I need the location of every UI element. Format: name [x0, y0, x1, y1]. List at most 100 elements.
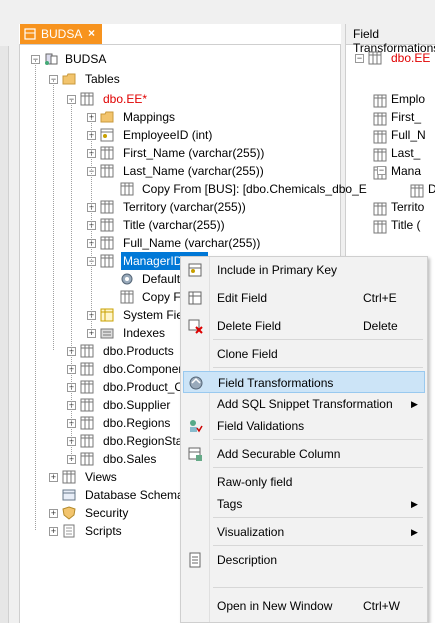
menu-include-pk[interactable]: Include in Primary Key — [183, 259, 425, 281]
menu-label: Raw-only field — [217, 475, 293, 489]
menu-tags[interactable]: Tags ▶ — [183, 493, 425, 515]
menu-visualization[interactable]: Visualization ▶ — [183, 521, 425, 543]
tree-regionstate[interactable]: dbo.RegionState — [103, 432, 192, 450]
right-table-name: dbo.EE — [391, 51, 431, 65]
tree-db-schemas[interactable]: Database Schemas — [85, 486, 190, 504]
table-icon — [373, 202, 387, 216]
tree-first-name[interactable]: First_Name (varchar(255)) — [123, 144, 264, 162]
collapse-icon[interactable]: − — [377, 166, 386, 175]
table-icon — [100, 200, 114, 214]
gear-icon — [121, 273, 133, 285]
tree-product-co[interactable]: dbo.Product_Co — [103, 378, 190, 396]
tree-territory[interactable]: Territory (varchar(255)) — [123, 198, 246, 216]
tree-indexes[interactable]: Indexes — [123, 324, 165, 342]
table-icon — [62, 470, 76, 484]
right-panel-item[interactable]: Full_N — [391, 128, 426, 142]
table-icon — [80, 92, 94, 106]
tree-employeeid[interactable]: EmployeeID (int) — [123, 126, 212, 144]
menu-shortcut: Ctrl+E — [363, 291, 397, 305]
menu-add-sql[interactable]: Add SQL Snippet Transformation ▶ — [183, 393, 425, 415]
menu-raw-only[interactable]: Raw-only field — [183, 471, 425, 493]
right-panel-item[interactable]: Emplo — [391, 92, 425, 106]
schema-icon — [62, 489, 76, 501]
menu-label: Clone Field — [217, 347, 278, 361]
tree-supplier[interactable]: dbo.Supplier — [103, 396, 170, 414]
menu-field-validations[interactable]: Field Validations — [183, 415, 425, 437]
tab-budsa[interactable]: BUDSA × — [20, 24, 102, 44]
right-panel-item[interactable]: D — [428, 182, 435, 196]
tree-sales[interactable]: dbo.Sales — [103, 450, 156, 468]
expand-icon[interactable]: + — [49, 509, 58, 518]
menu-field-transformations[interactable]: Field Transformations — [183, 371, 425, 393]
table-icon — [100, 236, 114, 250]
table-icon — [80, 416, 94, 430]
menu-label: Add Securable Column — [217, 447, 341, 461]
table-icon — [100, 146, 114, 160]
key-table-icon — [188, 263, 202, 277]
table-icon — [80, 452, 94, 466]
delete-table-icon — [188, 319, 203, 334]
table-icon — [80, 398, 94, 412]
secure-column-icon — [188, 447, 202, 461]
validation-icon — [190, 420, 203, 433]
tree-ee[interactable]: dbo.EE* — [103, 90, 147, 108]
tree-copy-from[interactable]: Copy From [BUS]: [dbo.Chemicals_dbo_E — [142, 180, 367, 198]
submenu-arrow-icon: ▶ — [411, 399, 418, 409]
menu-label: Add SQL Snippet Transformation — [217, 397, 393, 411]
menu-delete-field[interactable]: Delete Field Delete — [183, 315, 425, 337]
submenu-arrow-icon: ▶ — [411, 499, 418, 509]
menu-label: Description — [217, 553, 278, 567]
table-icon — [368, 51, 382, 65]
menu-edit-field[interactable]: Edit Field Ctrl+E — [183, 287, 425, 309]
menu-open-new-window[interactable]: Open in New Window Ctrl+W — [183, 595, 425, 617]
right-panel-header: Field Transformations — [346, 24, 435, 55]
table-icon — [100, 164, 114, 178]
top-strip — [0, 0, 435, 24]
menu-label: Edit Field — [217, 291, 268, 305]
tree-tables[interactable]: Tables — [85, 70, 120, 88]
left-scrollbar[interactable] — [0, 46, 9, 623]
tree-full-name[interactable]: Full_Name (varchar(255)) — [123, 234, 260, 252]
database-icon — [24, 28, 36, 40]
close-icon[interactable]: × — [88, 26, 95, 40]
tree-scripts[interactable]: Scripts — [85, 522, 122, 540]
menu-label: Include in Primary Key — [217, 263, 338, 277]
transform-icon — [189, 376, 203, 390]
table-icon — [100, 218, 114, 232]
menu-label: Visualization — [217, 525, 285, 539]
collapse-icon[interactable]: − — [355, 54, 364, 63]
shield-icon — [62, 506, 76, 520]
right-panel-item[interactable]: First_ — [391, 110, 421, 124]
system-table-icon — [100, 308, 114, 322]
tree-regions[interactable]: dbo.Regions — [103, 414, 170, 432]
right-panel-item[interactable]: Title ( — [391, 218, 421, 232]
tree-products[interactable]: dbo.Products — [103, 342, 174, 360]
folder-icon — [62, 73, 76, 85]
expand-icon[interactable]: + — [49, 527, 58, 536]
table-icon — [80, 344, 94, 358]
menu-label: Open in New Window — [217, 599, 333, 613]
index-icon — [100, 328, 114, 339]
table-icon — [80, 380, 94, 394]
tree-views[interactable]: Views — [85, 468, 117, 486]
right-panel-item[interactable]: Last_ — [391, 146, 420, 160]
menu-add-securable[interactable]: Add Securable Column — [183, 443, 425, 465]
table-icon — [373, 94, 387, 108]
right-panel-item[interactable]: Mana — [391, 164, 421, 178]
tree-last-name[interactable]: Last_Name (varchar(255)) — [123, 162, 264, 180]
menu-clone-field[interactable]: Clone Field — [183, 343, 425, 365]
table-icon — [373, 112, 387, 126]
tab-label: BUDSA — [41, 27, 83, 41]
submenu-arrow-icon: ▶ — [411, 527, 418, 537]
expand-icon[interactable]: + — [49, 473, 58, 482]
tree-security[interactable]: Security — [85, 504, 128, 522]
table-icon — [100, 254, 114, 268]
tree-title[interactable]: Title (varchar(255)) — [123, 216, 225, 234]
context-menu: Include in Primary Key Edit Field Ctrl+E … — [180, 256, 428, 623]
tree-mappings[interactable]: Mappings — [123, 108, 175, 126]
tree-root[interactable]: BUDSA — [65, 50, 106, 68]
edit-table-icon — [188, 291, 202, 305]
menu-description[interactable]: Description — [183, 549, 425, 571]
right-panel-item[interactable]: Territo — [391, 200, 424, 214]
menu-label: Tags — [217, 497, 243, 511]
